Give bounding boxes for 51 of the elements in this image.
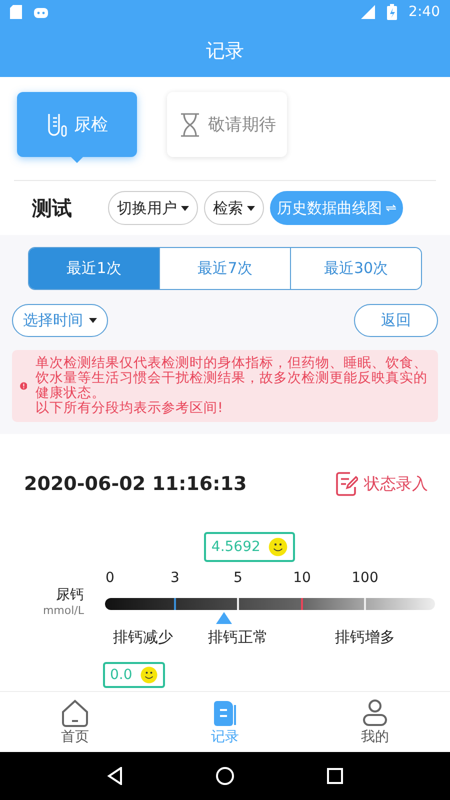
caret-icon bbox=[247, 206, 255, 211]
battery-icon bbox=[386, 4, 397, 20]
user-icon bbox=[361, 698, 389, 726]
notice-text: 以下所有分段均表示参考区间! bbox=[35, 401, 224, 416]
hourglass-icon bbox=[178, 112, 202, 138]
user-name: 测试 bbox=[32, 194, 73, 222]
nav-tab[interactable]: 记录 bbox=[150, 692, 300, 752]
nav-tab[interactable]: 我的 bbox=[300, 692, 450, 752]
caret-icon bbox=[181, 206, 189, 211]
test-tube-icon bbox=[46, 112, 68, 138]
scale-tick: 0 bbox=[106, 570, 114, 586]
back-button[interactable]: 返回 bbox=[354, 304, 438, 338]
range-tab[interactable]: 最近7次 bbox=[159, 248, 290, 290]
category-card[interactable]: 敬请期待 bbox=[167, 92, 287, 157]
document-icon bbox=[211, 698, 239, 726]
edit-icon bbox=[336, 472, 358, 496]
sd-card-icon bbox=[10, 5, 22, 19]
zone-label: 排钙减少 bbox=[113, 628, 173, 648]
caret-icon bbox=[89, 318, 97, 324]
smiley-icon bbox=[268, 537, 288, 558]
page-title: 记录 bbox=[206, 38, 244, 64]
record-datetime: 2020-06-02 11:16:13 bbox=[24, 473, 247, 496]
notice-text: 单次检测结果仅代表检测时的身体指标，但药物、睡眠、饮食、饮水量等生活习惯会干扰检测结果，故多次检测更能反映真实的健康状态。 bbox=[35, 356, 428, 402]
zone-label: 排钙正常 bbox=[208, 628, 268, 648]
status-time: 2:40 bbox=[408, 4, 440, 20]
value-pointer bbox=[216, 612, 232, 624]
dropdown-button[interactable]: 检索 bbox=[204, 191, 264, 226]
home-icon bbox=[60, 698, 90, 726]
dropdown-button[interactable]: 切换用户 bbox=[108, 191, 198, 226]
status-entry-link[interactable]: 状态录入 bbox=[336, 472, 428, 496]
scale-tick: 5 bbox=[234, 570, 242, 586]
measure-unit: mmol/L bbox=[42, 604, 84, 618]
chart-button[interactable]: 历史数据曲线图 bbox=[270, 191, 403, 226]
select-time-button[interactable]: 选择时间 bbox=[12, 304, 108, 338]
recents-icon[interactable] bbox=[327, 768, 344, 784]
scale-tick: 3 bbox=[170, 570, 180, 586]
value-text: 4.5692 bbox=[211, 539, 260, 556]
value-text: 0.0 bbox=[110, 667, 132, 684]
home-icon[interactable] bbox=[216, 767, 234, 785]
signal-icon bbox=[358, 5, 375, 19]
swap-icon bbox=[386, 204, 396, 212]
back-icon[interactable] bbox=[106, 767, 123, 785]
nav-tab[interactable]: 首页 bbox=[0, 692, 150, 752]
range-tab[interactable]: 最近1次 bbox=[29, 248, 159, 290]
zone-label: 排钙增多 bbox=[335, 628, 395, 648]
scale-tick: 10 bbox=[293, 570, 311, 586]
scale-tick: 100 bbox=[352, 570, 378, 586]
measure-name: 尿钙 bbox=[56, 586, 84, 604]
smiley-icon bbox=[140, 666, 158, 684]
android-icon bbox=[34, 6, 48, 18]
range-tab[interactable]: 最近30次 bbox=[290, 248, 421, 290]
